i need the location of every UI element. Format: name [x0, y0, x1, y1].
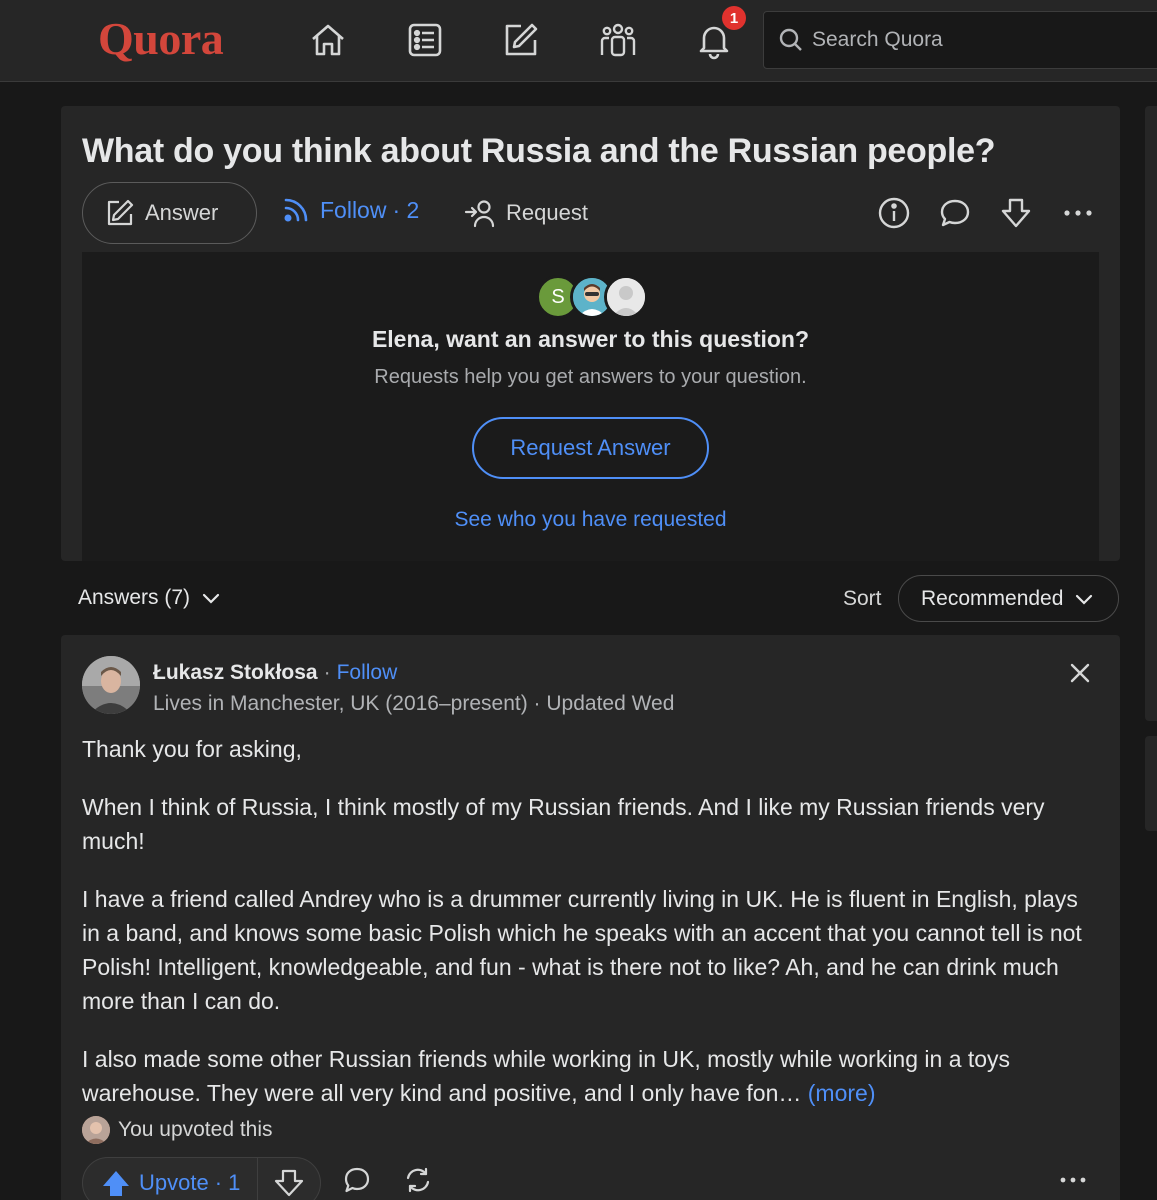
sort-label: Sort — [843, 587, 882, 610]
request-label: Request — [506, 200, 588, 225]
upvote-count: · 1 — [214, 1170, 241, 1195]
sort-dropdown[interactable]: Recommended — [898, 575, 1119, 622]
vote-controls: Upvote · 1 — [82, 1157, 321, 1200]
suggested-avatars: S — [536, 275, 648, 319]
downvote-button[interactable] — [258, 1168, 320, 1198]
answers-count-dropdown[interactable]: Answers (7) — [78, 586, 222, 610]
top-nav-bar: Quora 1 — [0, 0, 1157, 82]
answer-button-label: Answer — [145, 200, 219, 225]
notification-badge: 1 — [722, 6, 746, 30]
answer-card: Łukasz Stokłosa · Follow Lives in Manche… — [61, 635, 1120, 1200]
request-subtext: Requests help you get answers to your qu… — [374, 366, 807, 388]
author-name[interactable]: Łukasz Stokłosa — [153, 661, 318, 685]
upvote-label: Upvote — [139, 1170, 209, 1195]
quora-logo[interactable]: Quora — [98, 12, 224, 65]
request-user-icon — [464, 200, 495, 228]
chevron-down-icon — [1076, 594, 1093, 605]
separator-dot: · — [323, 661, 331, 684]
search-input[interactable] — [812, 28, 1112, 52]
follow-count: · 2 — [392, 196, 420, 223]
search-icon — [779, 28, 802, 51]
spaces-icon[interactable] — [596, 18, 640, 62]
following-feed-icon[interactable] — [403, 18, 447, 62]
question-card: What do you think about Russia and the R… — [61, 106, 1120, 561]
close-icon[interactable] — [1064, 657, 1096, 689]
sort-value: Recommended — [921, 586, 1064, 610]
info-icon[interactable] — [875, 194, 913, 232]
follow-author-link[interactable]: Follow — [337, 661, 398, 685]
answer-paragraph: Thank you for asking, — [82, 736, 302, 762]
author-line: Łukasz Stokłosa · Follow — [153, 661, 397, 685]
answer-paragraph: I have a friend called Andrey who is a d… — [82, 886, 1082, 1014]
answer-button[interactable]: Answer — [82, 182, 257, 244]
comment-icon[interactable] — [936, 194, 974, 232]
follow-feed-icon — [284, 198, 308, 222]
avatar — [604, 275, 648, 319]
downvote-arrow-icon — [274, 1169, 304, 1197]
more-options-icon[interactable] — [1058, 1165, 1092, 1199]
home-icon[interactable] — [306, 18, 350, 62]
downvote-question-icon[interactable] — [997, 194, 1035, 232]
answers-count-label: Answers (7) — [78, 586, 191, 609]
request-heading: Elena, want an answer to this question? — [371, 326, 810, 352]
upvoted-indicator: You upvoted this — [82, 1116, 273, 1144]
follow-label: Follow — [320, 196, 387, 223]
upvoted-text: You upvoted this — [118, 1118, 273, 1141]
author-credential: Lives in Manchester, UK (2016–present) ·… — [153, 692, 675, 715]
request-button[interactable]: Request — [464, 198, 588, 228]
write-answer-icon[interactable] — [499, 18, 543, 62]
sidebar-panel — [1145, 736, 1157, 831]
question-title[interactable]: What do you think about Russia and the R… — [82, 132, 996, 171]
request-answer-button[interactable]: Request Answer — [472, 417, 709, 479]
author-avatar[interactable] — [82, 656, 140, 714]
search-bar[interactable] — [763, 11, 1157, 69]
see-requested-link[interactable]: See who you have requested — [82, 508, 1099, 532]
answer-paragraph-last: I also made some other Russian friends w… — [82, 1042, 1102, 1110]
more-options-icon[interactable] — [1059, 194, 1097, 232]
answer-body: Thank you for asking, When I think of Ru… — [82, 732, 1102, 1134]
read-more-link[interactable]: (more) — [808, 1080, 876, 1106]
pencil-icon — [107, 199, 134, 226]
share-reshare-icon[interactable] — [403, 1165, 437, 1199]
upvote-arrow-icon — [103, 1171, 129, 1196]
answer-paragraph: When I think of Russia, I think mostly o… — [82, 794, 1045, 854]
upvote-button[interactable]: Upvote · 1 — [83, 1158, 258, 1200]
follow-question-button[interactable]: Follow · 2 — [282, 196, 419, 224]
request-answer-panel: S Elena, want an answer to this question… — [82, 252, 1099, 561]
avatar — [82, 1116, 110, 1144]
sidebar-panel — [1145, 106, 1157, 721]
comment-icon[interactable] — [342, 1165, 376, 1199]
chevron-down-icon — [202, 593, 220, 604]
